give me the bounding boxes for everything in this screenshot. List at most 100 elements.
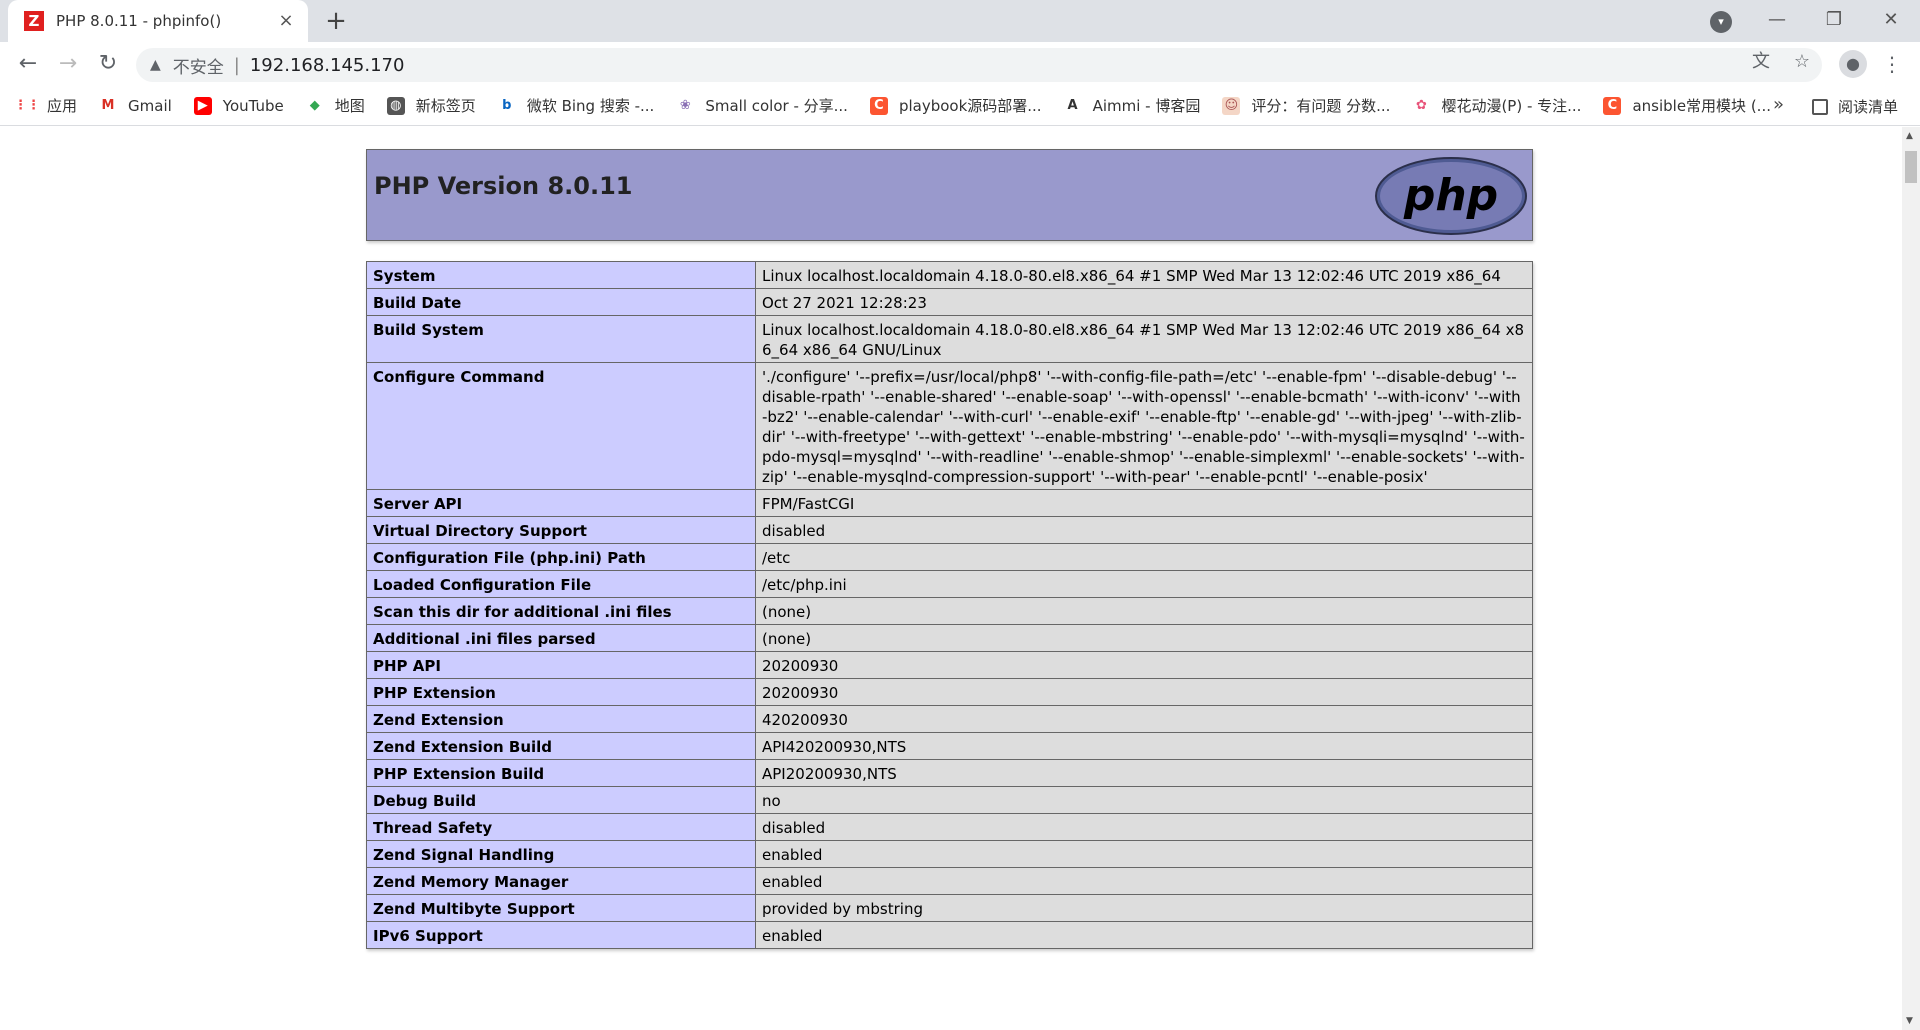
row-value: API20200930,NTS bbox=[755, 759, 1533, 787]
url-text[interactable]: 192.168.145.170 bbox=[250, 55, 405, 76]
row-key: Zend Multibyte Support bbox=[366, 894, 756, 922]
row-key: Build System bbox=[366, 315, 756, 363]
bookmark-item[interactable]: ◆ 地图 bbox=[305, 95, 365, 116]
browser-tab[interactable]: Z PHP 8.0.11 - phpinfo() × bbox=[8, 0, 308, 42]
page-viewport[interactable]: PHP Version 8.0.11 php System Linux local… bbox=[0, 127, 1902, 1030]
table-row: Server API FPM/FastCGI bbox=[366, 489, 1533, 517]
row-value: disabled bbox=[755, 813, 1533, 841]
table-row: Build System Linux localhost.localdomain … bbox=[366, 315, 1533, 363]
bookmark-label: 微软 Bing 搜索 -... bbox=[526, 97, 655, 115]
row-value: (none) bbox=[755, 624, 1533, 652]
row-value: no bbox=[755, 786, 1533, 814]
row-key: Additional .ini files parsed bbox=[366, 624, 756, 652]
vertical-scrollbar[interactable]: ▲ ▼ bbox=[1902, 127, 1920, 1030]
row-value: (none) bbox=[755, 597, 1533, 625]
row-value: /etc bbox=[755, 543, 1533, 571]
row-key: Configure Command bbox=[366, 362, 756, 490]
warning-triangle-icon[interactable]: ▲ bbox=[150, 57, 161, 73]
bookmark-item[interactable]: ▶ YouTube bbox=[193, 96, 284, 115]
row-key: Zend Signal Handling bbox=[366, 840, 756, 868]
restore-icon[interactable]: ❐ bbox=[1807, 4, 1861, 36]
row-value: './configure' '--prefix=/usr/local/php8'… bbox=[755, 362, 1533, 490]
bookmark-item[interactable]: b 微软 Bing 搜索 -... bbox=[497, 95, 655, 116]
omnibox-divider: | bbox=[233, 54, 240, 76]
address-bar[interactable]: ▲ 不安全 | 192.168.145.170 bbox=[136, 48, 1822, 82]
table-row: PHP Extension 20200930 bbox=[366, 678, 1533, 706]
row-key: PHP Extension Build bbox=[366, 759, 756, 787]
table-row: PHP API 20200930 bbox=[366, 651, 1533, 679]
table-row: Zend Signal Handling enabled bbox=[366, 840, 1533, 868]
row-key: Build Date bbox=[366, 288, 756, 316]
row-value: enabled bbox=[755, 840, 1533, 868]
tab-strip: Z PHP 8.0.11 - phpinfo() × + ▾ — ❐ ✕ bbox=[0, 0, 1920, 42]
row-value: 420200930 bbox=[755, 705, 1533, 733]
bookmarks-bar: ⋮⋮ 应用 M Gmail ▶ YouTube ◆ 地图 ◍ 新标签页 b 微软 Bing 搜索 -.… bbox=[0, 86, 1920, 126]
table-row: System Linux localhost.localdomain 4.18.0… bbox=[366, 261, 1533, 289]
tab-close-icon[interactable]: × bbox=[276, 11, 296, 31]
browser-toolbar: ← → ↻ ▲ 不安全 | 192.168.145.170 文 ☆ ● ⋮ bbox=[0, 42, 1920, 86]
scrollbar-thumb[interactable] bbox=[1905, 151, 1917, 183]
table-row: Debug Build no bbox=[366, 786, 1533, 814]
row-key: Virtual Directory Support bbox=[366, 516, 756, 544]
bookmark-item[interactable]: Cansible常用模块 (... bbox=[1603, 95, 1771, 116]
tab-search-icon[interactable]: ▾ bbox=[1710, 11, 1732, 33]
avatar-icon: ☺ bbox=[1222, 96, 1241, 115]
flower-icon: ✿ bbox=[1412, 96, 1431, 115]
row-key: Scan this dir for additional .ini files bbox=[366, 597, 756, 625]
gmail-icon: M bbox=[99, 96, 118, 115]
apps-grid-icon: ⋮⋮ bbox=[14, 96, 40, 115]
table-row: IPv6 Support enabled bbox=[366, 921, 1533, 949]
reading-list-label: 阅读清单 bbox=[1838, 98, 1899, 116]
row-key: Zend Memory Manager bbox=[366, 867, 756, 895]
row-value: Oct 27 2021 12:28:23 bbox=[755, 288, 1533, 316]
security-label[interactable]: 不安全 bbox=[173, 53, 224, 78]
back-arrow-icon[interactable]: ← bbox=[14, 50, 42, 78]
bookmark-label: 地图 bbox=[334, 97, 365, 115]
bookmark-star-icon[interactable]: ☆ bbox=[1788, 48, 1816, 76]
bookmark-item[interactable]: Cplaybook源码部署... bbox=[869, 95, 1042, 116]
php-logo-text: php bbox=[1403, 170, 1498, 221]
row-value: enabled bbox=[755, 867, 1533, 895]
row-value: enabled bbox=[755, 921, 1533, 949]
php-header: PHP Version 8.0.11 php bbox=[366, 149, 1533, 241]
bookmark-item[interactable]: ⋮⋮ 应用 bbox=[14, 95, 77, 116]
csdn-icon: C bbox=[1603, 96, 1622, 115]
scroll-down-arrow-icon[interactable]: ▼ bbox=[1906, 1016, 1913, 1026]
profile-avatar-icon[interactable]: ● bbox=[1839, 50, 1867, 78]
table-row: Zend Memory Manager enabled bbox=[366, 867, 1533, 895]
row-key: IPv6 Support bbox=[366, 921, 756, 949]
row-key: PHP API bbox=[366, 651, 756, 679]
table-row: Configuration File (php.ini) Path/etc bbox=[366, 543, 1533, 571]
scroll-up-arrow-icon[interactable]: ▲ bbox=[1906, 131, 1913, 141]
row-key: Loaded Configuration File bbox=[366, 570, 756, 598]
forward-arrow-icon[interactable]: → bbox=[54, 50, 82, 78]
close-window-icon[interactable]: ✕ bbox=[1864, 4, 1918, 36]
bookmark-label: YouTube bbox=[222, 96, 284, 115]
minimize-icon[interactable]: — bbox=[1750, 4, 1804, 36]
bookmark-item[interactable]: ✿ 樱花动漫(P) - 专注... bbox=[1412, 95, 1581, 116]
bookmark-item[interactable]: ◍ 新标签页 bbox=[386, 95, 476, 116]
menu-kebab-icon[interactable]: ⋮ bbox=[1882, 50, 1902, 78]
row-value: 20200930 bbox=[755, 651, 1533, 679]
row-value: Linux localhost.localdomain 4.18.0-80.el… bbox=[755, 315, 1533, 363]
table-row: Virtual Directory Support disabled bbox=[366, 516, 1533, 544]
php-version-title: PHP Version 8.0.11 bbox=[374, 172, 633, 200]
row-value: Linux localhost.localdomain 4.18.0-80.el… bbox=[755, 261, 1533, 289]
bookmark-item[interactable]: M Gmail bbox=[99, 96, 172, 115]
new-tab-button[interactable]: + bbox=[322, 8, 350, 36]
translate-icon[interactable]: 文 bbox=[1747, 48, 1775, 76]
bookmark-item[interactable]: ☺ 评分：有问题 分数... bbox=[1222, 95, 1390, 116]
row-key: Debug Build bbox=[366, 786, 756, 814]
php-logo-icon[interactable]: php bbox=[1374, 156, 1528, 236]
reload-icon[interactable]: ↻ bbox=[94, 50, 122, 78]
youtube-icon: ▶ bbox=[193, 96, 212, 115]
table-row: Zend Extension 420200930 bbox=[366, 705, 1533, 733]
bookmark-item[interactable]: A Aimmi - 博客园 bbox=[1063, 95, 1200, 116]
reading-list-button[interactable]: 阅读清单 bbox=[1812, 96, 1898, 117]
cnblogs-icon: A bbox=[1063, 96, 1082, 115]
bookmark-item[interactable]: ❀ Small color - 分享... bbox=[676, 95, 848, 116]
row-key: Configuration File (php.ini) Path bbox=[366, 543, 756, 571]
table-row: Thread Safety disabled bbox=[366, 813, 1533, 841]
more-bookmarks-icon[interactable]: » bbox=[1773, 94, 1784, 115]
table-row: PHP Extension Build API20200930,NTS bbox=[366, 759, 1533, 787]
